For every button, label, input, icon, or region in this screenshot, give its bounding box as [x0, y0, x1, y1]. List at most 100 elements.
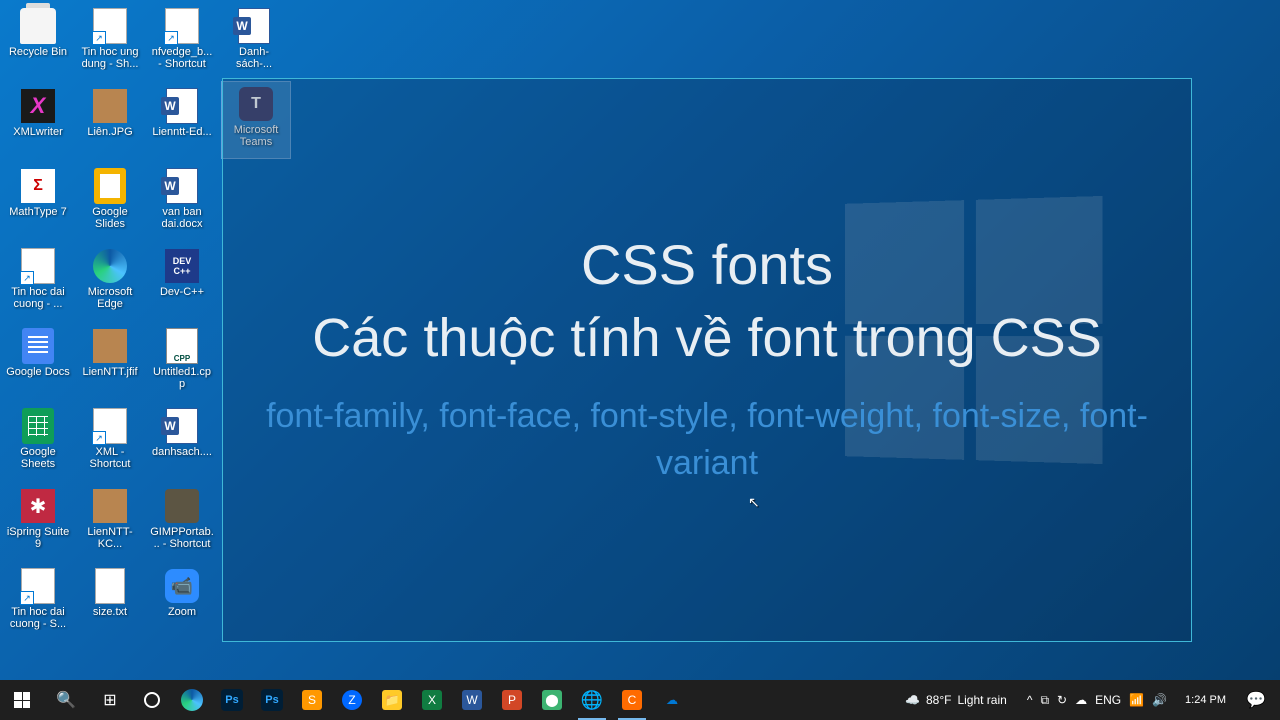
taskbar-word[interactable]: W: [452, 680, 492, 720]
desktop-icon-microsoft-edge[interactable]: Microsoft Edge: [76, 244, 144, 320]
taskbar-camtasia[interactable]: C: [612, 680, 652, 720]
zoom-icon: 📹: [162, 566, 202, 606]
icon-label: LienNTT.jfif: [80, 366, 139, 378]
desktop-icon-lienntt-kc[interactable]: LienNTT-KC...: [76, 484, 144, 560]
weather-text: Light rain: [957, 693, 1006, 707]
icon-label: Tin hoc ung dung - Sh...: [76, 46, 144, 70]
overlay-title: CSS fonts: [581, 232, 833, 297]
danh-sach-icon: [234, 6, 274, 46]
icon-label: Dev-C++: [158, 286, 206, 298]
tray-sync-icon[interactable]: ↻: [1057, 693, 1067, 707]
desktop-icon-danhsach[interactable]: danhsach....: [148, 404, 216, 480]
tray-chevron-up-icon[interactable]: ^: [1027, 693, 1033, 707]
icon-label: Liên.JPG: [85, 126, 134, 138]
google-slides-icon: [90, 166, 130, 206]
icon-label: Google Sheets: [4, 446, 72, 470]
search-button[interactable]: 🔍: [44, 680, 88, 720]
icon-label: Microsoft Edge: [76, 286, 144, 310]
taskbar-excel[interactable]: X: [412, 680, 452, 720]
tin-hoc-dai-cuong-s-icon: [18, 566, 58, 606]
desktop-icon-google-slides[interactable]: Google Slides: [76, 164, 144, 240]
icon-label: iSpring Suite 9: [4, 526, 72, 550]
taskbar-edge[interactable]: [172, 680, 212, 720]
taskbar[interactable]: 🔍 ⊞ Ps Ps S Z 📁 X W P ⬤ 🌐 C ☁ ☁️ 88°F Li…: [0, 680, 1280, 720]
taskbar-photoshop-1[interactable]: Ps: [212, 680, 252, 720]
gimp-icon: [162, 486, 202, 526]
tray-language[interactable]: ENG: [1095, 693, 1121, 707]
desktop-icon-xml-shortcut[interactable]: XML - Shortcut: [76, 404, 144, 480]
desktop-icon-tin-hoc-dai-cuong-s[interactable]: Tin hoc dai cuong - S...: [4, 564, 72, 640]
nfvedge-icon: [162, 6, 202, 46]
desktop-icon-untitled1-cpp[interactable]: CPPUntitled1.cpp: [148, 324, 216, 400]
start-button[interactable]: [0, 680, 44, 720]
van-ban-dai-icon: [162, 166, 202, 206]
icon-label: Tin hoc dai cuong - ...: [4, 286, 72, 310]
desktop[interactable]: Recycle BinXXMLwriterΣMathType 7Tin hoc …: [0, 0, 1280, 680]
icon-label: Recycle Bin: [7, 46, 69, 58]
google-docs-icon: [18, 326, 58, 366]
icon-label: Zoom: [166, 606, 198, 618]
taskbar-cortana[interactable]: [132, 680, 172, 720]
desktop-icon-google-sheets[interactable]: Google Sheets: [4, 404, 72, 480]
danhsach-icon: [162, 406, 202, 446]
size-txt-icon: [90, 566, 130, 606]
taskbar-photoshop-2[interactable]: Ps: [252, 680, 292, 720]
lienntt-jfif-icon: [90, 326, 130, 366]
desktop-icon-xmlwriter[interactable]: XXMLwriter: [4, 84, 72, 160]
icon-label: Tin hoc dai cuong - S...: [4, 606, 72, 630]
taskbar-sublime[interactable]: S: [292, 680, 332, 720]
google-sheets-icon: [18, 406, 58, 446]
taskbar-chrome[interactable]: 🌐: [572, 680, 612, 720]
tray-wifi-icon[interactable]: 📶: [1129, 693, 1144, 707]
tin-hoc-dai-cuong-icon: [18, 246, 58, 286]
mathtype-icon: Σ: [18, 166, 58, 206]
xmlwriter-icon: X: [18, 86, 58, 126]
desktop-icon-mathtype[interactable]: ΣMathType 7: [4, 164, 72, 240]
taskbar-app-green[interactable]: ⬤: [532, 680, 572, 720]
overlay-properties: font-family, font-face, font-style, font…: [243, 393, 1171, 488]
icon-label: size.txt: [91, 606, 129, 618]
icon-label: MathType 7: [7, 206, 68, 218]
desktop-icon-zoom[interactable]: 📹Zoom: [148, 564, 216, 640]
tray-dropbox-icon[interactable]: ⧉: [1040, 693, 1049, 708]
taskbar-clock[interactable]: 1:24 PM: [1177, 694, 1234, 707]
icon-label: Untitled1.cpp: [148, 366, 216, 390]
desktop-icon-lienntt-jfif[interactable]: LienNTT.jfif: [76, 324, 144, 400]
desktop-icon-van-ban-dai[interactable]: van ban dai.docx: [148, 164, 216, 240]
desktop-icon-recycle-bin[interactable]: Recycle Bin: [4, 4, 72, 80]
icon-label: Danh-sách-...: [220, 46, 288, 70]
desktop-icon-tin-hoc-ung-dung[interactable]: Tin hoc ung dung - Sh...: [76, 4, 144, 80]
task-view-button[interactable]: ⊞: [88, 680, 132, 720]
taskbar-powerpoint[interactable]: P: [492, 680, 532, 720]
desktop-icon-google-docs[interactable]: Google Docs: [4, 324, 72, 400]
icon-label: LienNTT-KC...: [76, 526, 144, 550]
dev-cpp-icon: DEVC++: [162, 246, 202, 286]
weather-icon: ☁️: [905, 693, 920, 707]
icon-label: GIMPPortab... - Shortcut: [148, 526, 216, 550]
taskbar-file-explorer[interactable]: 📁: [372, 680, 412, 720]
icon-label: Google Docs: [4, 366, 72, 378]
desktop-icon-lienntt-ed[interactable]: Lienntt-Ed...: [148, 84, 216, 160]
desktop-icon-gimp[interactable]: GIMPPortab... - Shortcut: [148, 484, 216, 560]
desktop-icon-ispring[interactable]: ✱iSpring Suite 9: [4, 484, 72, 560]
taskbar-right: ☁️ 88°F Light rain ^ ⧉ ↻ ☁ ENG 📶 🔊 1:24 …: [895, 680, 1280, 720]
taskbar-zalo[interactable]: Z: [332, 680, 372, 720]
system-tray[interactable]: ^ ⧉ ↻ ☁ ENG 📶 🔊: [1019, 693, 1175, 708]
desktop-icon-size-txt[interactable]: size.txt: [76, 564, 144, 640]
weather-temp: 88°F: [926, 693, 951, 707]
taskbar-left: 🔍 ⊞ Ps Ps S Z 📁 X W P ⬤ 🌐 C ☁: [0, 680, 692, 720]
ispring-icon: ✱: [18, 486, 58, 526]
desktop-icon-nfvedge[interactable]: nfvedge_b... - Shortcut: [148, 4, 216, 80]
desktop-icon-lien-jpg[interactable]: Liên.JPG: [76, 84, 144, 160]
tray-onedrive-icon[interactable]: ☁: [1075, 693, 1087, 707]
taskbar-onedrive[interactable]: ☁: [652, 680, 692, 720]
desktop-icon-danh-sach[interactable]: Danh-sách-...: [220, 4, 288, 80]
tray-volume-icon[interactable]: 🔊: [1152, 693, 1167, 707]
action-center-button[interactable]: 💬: [1236, 680, 1276, 720]
mouse-cursor: ↖: [748, 494, 760, 511]
weather-widget[interactable]: ☁️ 88°F Light rain: [895, 693, 1017, 707]
desktop-icon-tin-hoc-dai-cuong[interactable]: Tin hoc dai cuong - ...: [4, 244, 72, 320]
icon-label: van ban dai.docx: [148, 206, 216, 230]
desktop-icon-dev-cpp[interactable]: DEVC++Dev-C++: [148, 244, 216, 320]
xml-shortcut-icon: [90, 406, 130, 446]
